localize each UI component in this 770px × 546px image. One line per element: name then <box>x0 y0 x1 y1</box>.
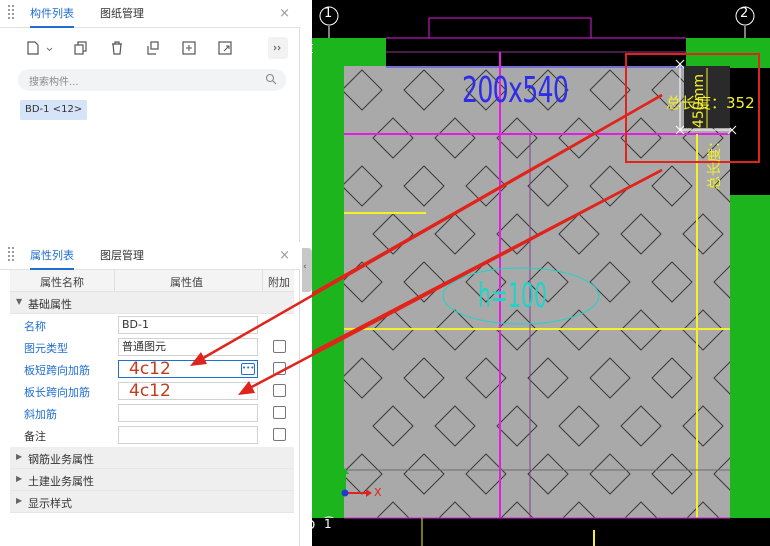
close-icon[interactable]: × <box>279 248 290 263</box>
beam-dimension-text: 200x540 <box>462 70 569 111</box>
total-length-vertical: 总长度： <box>707 134 723 190</box>
wall-left <box>312 66 344 536</box>
property-row-name: 名称 BD-1 <box>10 314 294 336</box>
new-component-button[interactable] <box>22 37 44 59</box>
search-component-input[interactable]: 搜索构件... <box>18 69 286 91</box>
property-name: 图元类型 <box>24 342 68 355</box>
group-label: 显示样式 <box>28 497 72 510</box>
axis-label-d: D <box>312 518 315 532</box>
group-display-style[interactable]: ▶ 显示样式 <box>10 491 294 513</box>
component-panel-tabbar: 构件列表 图纸管理 × <box>0 0 300 28</box>
ellipsis-icon[interactable]: ••• <box>241 363 255 375</box>
handwritten-value: 4c12 <box>129 381 171 401</box>
wall-right <box>730 195 770 525</box>
collapse-panel-handle[interactable]: ‹ <box>302 248 312 292</box>
property-row-short-span-rebar: 板短跨向加筋 4c12 ••• <box>10 358 294 380</box>
hatch-diamond <box>745 118 770 158</box>
property-value-input[interactable]: 普通图元 <box>118 338 258 356</box>
property-value-input[interactable]: BD-1 <box>118 316 258 334</box>
component-toolbar <box>0 33 300 63</box>
group-civil-properties[interactable]: ▶ 土建业务属性 <box>10 469 294 491</box>
tab-property-list[interactable]: 属性列表 <box>30 242 74 270</box>
property-name: 备注 <box>24 430 46 443</box>
copy-component-button[interactable] <box>70 37 92 59</box>
column-header-extra: 附加 <box>268 276 290 289</box>
caret-right-icon: ▶ <box>16 474 23 483</box>
caret-right-icon: ▶ <box>16 496 23 505</box>
ucs-x-label: X <box>374 486 382 499</box>
length-vertical-mm: 450mm <box>691 74 707 128</box>
group-rebar-properties[interactable]: ▶ 钢筋业务属性 <box>10 447 294 469</box>
ucs-origin <box>341 489 349 497</box>
property-value-input[interactable]: 4c12 <box>118 381 258 401</box>
extra-checkbox[interactable] <box>273 406 286 419</box>
property-row-element-type: 图元类型 普通图元 <box>10 336 294 358</box>
copy-to-floor-button[interactable] <box>142 37 164 59</box>
column-header-value: 属性值 <box>170 276 203 289</box>
close-icon[interactable]: × <box>279 6 290 21</box>
axis-label-1: 1 <box>324 6 333 21</box>
slab-thickness-label: h=100 <box>478 276 547 316</box>
group-label: 钢筋业务属性 <box>28 453 94 466</box>
property-name: 板短跨向加筋 <box>24 364 90 377</box>
left-panel: 构件列表 图纸管理 × 搜索构件... BD-1 <12> 属性列表 图层管理 … <box>0 0 300 546</box>
copy-icon <box>74 41 87 55</box>
tab-layer-management[interactable]: 图层管理 <box>100 242 144 270</box>
export-icon <box>218 41 232 55</box>
import-icon <box>182 41 196 55</box>
axis-label-e: E <box>312 42 314 56</box>
import-component-button[interactable] <box>178 37 200 59</box>
group-basic-properties[interactable]: ▼ 基础属性 <box>10 292 294 314</box>
column-header-name: 属性名称 <box>40 276 84 289</box>
property-row-diagonal-rebar: 斜加筋 <box>10 402 294 424</box>
property-row-remark: 备注 <box>10 424 294 446</box>
caret-down-icon: ▼ <box>16 297 23 306</box>
layer-copy-icon <box>147 41 159 55</box>
new-file-icon <box>27 41 39 55</box>
property-panel-tabbar: 属性列表 图层管理 × <box>0 242 300 270</box>
chevron-down-icon <box>46 47 53 52</box>
axis-label-2: 2 <box>740 6 749 21</box>
total-length-horizontal: 总长度：352 <box>666 94 755 112</box>
axis-label-bottom: 1 <box>324 517 332 531</box>
tab-drawing-management[interactable]: 图纸管理 <box>100 0 144 28</box>
property-name: 名称 <box>24 320 46 333</box>
delete-component-button[interactable] <box>106 37 128 59</box>
extra-checkbox[interactable] <box>273 362 286 375</box>
new-component-dropdown[interactable] <box>42 37 54 59</box>
trash-icon <box>112 41 122 55</box>
wall-top-left <box>312 38 386 68</box>
caret-right-icon: ▶ <box>16 452 23 461</box>
drawing-canvas[interactable]: 1 2 E D 1 200x540 h=100 总长度：352 450mm 总长… <box>312 0 770 546</box>
handwritten-value: 4c12 <box>129 359 171 379</box>
tab-component-list[interactable]: 构件列表 <box>30 0 74 28</box>
property-value-input[interactable] <box>118 404 258 422</box>
double-chevron-right-icon <box>273 45 281 51</box>
beam-outline <box>428 17 592 39</box>
panel-grip-icon[interactable] <box>8 5 18 23</box>
more-tools-button[interactable] <box>268 37 288 59</box>
property-value-input[interactable]: 4c12 ••• <box>118 359 258 379</box>
export-component-button[interactable] <box>214 37 236 59</box>
property-table-header: 属性名称 属性值 附加 <box>10 270 294 292</box>
extra-checkbox[interactable] <box>273 340 286 353</box>
search-placeholder: 搜索构件... <box>29 77 79 88</box>
property-name: 斜加筋 <box>24 408 57 421</box>
property-value-input[interactable] <box>118 426 258 444</box>
chevron-left-icon: ‹ <box>303 262 307 272</box>
property-row-long-span-rebar: 板长跨向加筋 4c12 <box>10 380 294 402</box>
group-label: 土建业务属性 <box>28 475 94 488</box>
extra-checkbox[interactable] <box>273 428 286 441</box>
property-name: 板长跨向加筋 <box>24 386 90 399</box>
extra-checkbox[interactable] <box>273 384 286 397</box>
component-list-item[interactable]: BD-1 <12> <box>20 100 88 120</box>
search-icon <box>265 73 277 85</box>
panel-grip-icon[interactable] <box>8 247 18 265</box>
group-label: 基础属性 <box>28 298 72 311</box>
